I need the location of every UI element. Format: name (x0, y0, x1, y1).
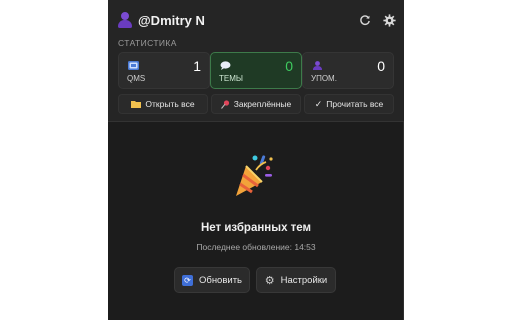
empty-state-title: Нет избранных тем (200, 222, 312, 234)
update-button[interactable]: ⟳ Обновить (174, 267, 250, 293)
mention-user-icon (313, 61, 322, 70)
refresh-icon: ⟳ (181, 274, 193, 286)
last-updated-text: Последнее обновление: 14:53 (196, 242, 316, 252)
open-all-label: Открыть все (145, 99, 195, 109)
read-all-label: Прочитать все (326, 99, 384, 109)
settings-button[interactable] (380, 11, 398, 29)
party-popper-icon (236, 155, 273, 196)
gear-icon (382, 13, 396, 27)
update-label: Обновить (198, 274, 242, 286)
stat-label: УПОМ. (311, 74, 337, 83)
open-settings-button[interactable]: ⚙ Настройки (256, 267, 336, 293)
stat-card-topics[interactable]: ТЕМЫ 0 (210, 52, 302, 89)
refresh-icon (360, 15, 370, 25)
stat-value: 1 (193, 58, 201, 74)
stat-label: ТЕМЫ (219, 74, 243, 83)
read-all-button[interactable]: ✓ Прочитать все (304, 94, 394, 114)
extension-panel: @Dmitry N СТАТИСТИКА QMS 1 ТЕМЫ 0 УПОМ. … (108, 0, 404, 320)
refresh-button[interactable] (356, 11, 374, 29)
chat-bubble-icon (220, 61, 231, 70)
header: @Dmitry N (118, 9, 396, 31)
checkmark-icon: ✓ (314, 98, 323, 109)
qms-icon (128, 61, 139, 70)
stat-value: 0 (285, 58, 293, 74)
stat-card-qms[interactable]: QMS 1 (118, 52, 210, 89)
pinned-label: Закреплённые (233, 99, 292, 109)
stat-value: 0 (377, 58, 385, 74)
username: @Dmitry N (138, 12, 205, 28)
pushpin-icon (220, 99, 229, 109)
stats-section-title: СТАТИСТИКА (118, 38, 177, 48)
gear-icon: ⚙ (264, 274, 275, 287)
top-section: @Dmitry N СТАТИСТИКА QMS 1 ТЕМЫ 0 УПОМ. … (108, 0, 404, 122)
folder-icon (131, 101, 142, 108)
settings-label: Настройки (280, 274, 328, 286)
open-all-button[interactable]: Открыть все (118, 94, 208, 114)
stat-card-mentions[interactable]: УПОМ. 0 (302, 52, 394, 89)
user-icon (118, 12, 132, 28)
pinned-button[interactable]: Закреплённые (211, 94, 301, 114)
stat-label: QMS (127, 74, 146, 83)
